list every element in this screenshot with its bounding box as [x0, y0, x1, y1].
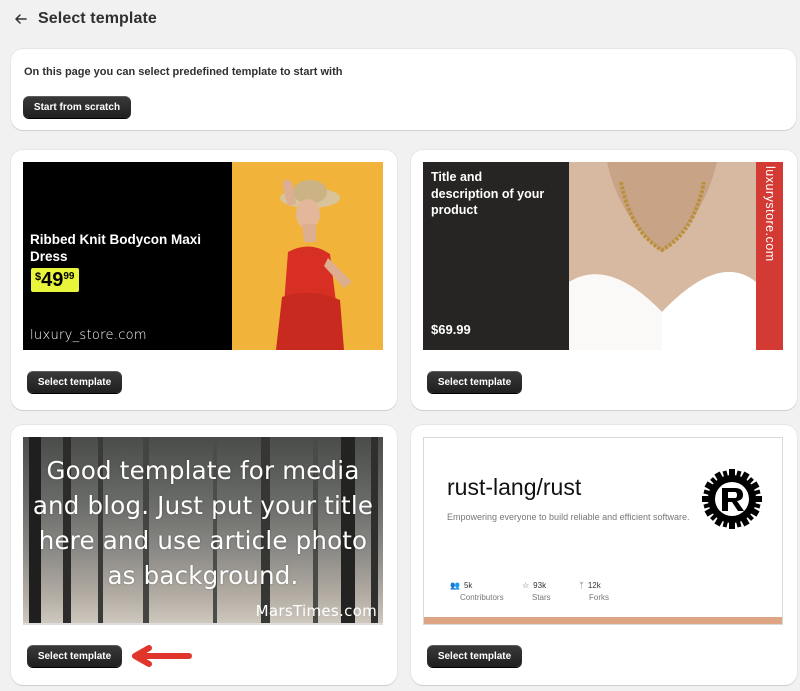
select-template-button[interactable]: Select template	[27, 371, 122, 393]
fork-icon: ᛉ	[579, 581, 584, 590]
red-arrow-left-icon	[129, 645, 193, 667]
select-template-button[interactable]: Select template	[27, 645, 122, 667]
stat-forks: ᛉ 12k Forks	[579, 581, 609, 602]
intro-text: On this page you can select predefined t…	[24, 66, 343, 78]
stat-value: 12k	[587, 581, 601, 590]
price-cents: 99	[63, 271, 75, 282]
divider	[23, 623, 383, 625]
necklace-photo	[569, 162, 756, 350]
stat-label: Contributors	[460, 593, 504, 602]
start-from-scratch-button[interactable]: Start from scratch	[23, 96, 131, 118]
intro-card: On this page you can select predefined t…	[11, 49, 796, 130]
template-preview-github[interactable]: rust-lang/rust Empowering everyone to bu…	[423, 437, 783, 625]
language-color-bar	[424, 617, 782, 624]
template-preview-dress[interactable]: Ribbed Knit Bodycon Maxi Dress $ 49 99 l…	[23, 162, 383, 350]
stat-label: Stars	[532, 593, 551, 602]
price-main: 49	[41, 269, 64, 291]
product-price: $69.99	[431, 322, 471, 337]
template-preview-necklace[interactable]: Title and description of your product $6…	[423, 162, 783, 350]
store-domain: luxury_store.com	[30, 328, 147, 343]
stat-stars: ☆ 93k Stars	[522, 581, 551, 602]
store-domain-vertical: luxurystore.com	[763, 166, 777, 262]
repo-description: Empowering everyone to build reliable an…	[447, 512, 690, 522]
arrow-left-icon[interactable]	[14, 12, 28, 26]
rust-gear-logo	[702, 469, 762, 529]
stat-value: 5k	[463, 581, 473, 590]
site-domain: MarsTimes.com	[255, 602, 377, 620]
stat-label: Forks	[589, 593, 609, 602]
template-preview-blog[interactable]: Good template for media and blog. Just p…	[23, 437, 383, 625]
stat-value: 93k	[533, 581, 547, 590]
product-title: Title and description of your product	[431, 170, 545, 217]
template-card-dress: Ribbed Knit Bodycon Maxi Dress $ 49 99 l…	[11, 150, 397, 410]
repo-title: rust-lang/rust	[447, 474, 582, 500]
model-photo	[232, 162, 383, 350]
select-template-button[interactable]: Select template	[427, 645, 522, 667]
product-title: Ribbed Knit Bodycon Maxi Dress	[30, 232, 202, 264]
template-card-github: rust-lang/rust Empowering everyone to bu…	[411, 425, 797, 685]
template-card-blog: Good template for media and blog. Just p…	[11, 425, 397, 685]
price-badge: $ 49 99	[31, 268, 79, 292]
people-icon: 👥	[450, 581, 460, 590]
template-card-necklace: Title and description of your product $6…	[411, 150, 797, 410]
blog-headline: Good template for media and blog. Just p…	[32, 456, 374, 590]
star-icon: ☆	[522, 581, 530, 590]
page-title: Select template	[38, 10, 157, 27]
stat-contributors: 👥 5k Contributors	[450, 581, 504, 602]
select-template-button[interactable]: Select template	[427, 371, 522, 393]
page-header: Select template	[14, 8, 157, 30]
